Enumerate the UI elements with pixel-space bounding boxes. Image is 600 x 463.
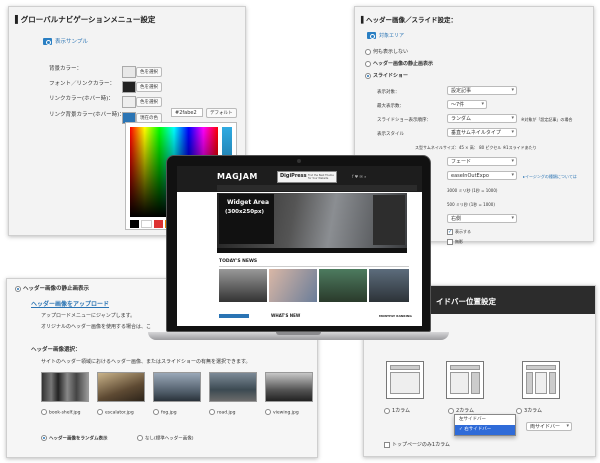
image-option-viewing[interactable]: viewing.jpg: [265, 409, 299, 416]
checkbox[interactable]: ✓: [447, 229, 453, 235]
camera-icon: [367, 32, 376, 39]
site-ad-banner[interactable]: DigiPress Find the Best Theme for Your W…: [277, 171, 337, 183]
max-count-label: 最大表示数：: [377, 104, 404, 109]
style-select[interactable]: 垂直サムネイルタイプ: [447, 128, 517, 137]
image-option-escalator[interactable]: escalator.jpg: [97, 409, 134, 416]
laptop-screen: MAGJAM DigiPress Find the Best Theme for…: [177, 166, 422, 326]
thumb-size-row: ス型サムネイルサイズ：45 × 高： 80 ピクセル ※1スライドあたり: [415, 145, 537, 150]
layout-3col-icon[interactable]: [522, 361, 560, 399]
radio-button[interactable]: [209, 409, 215, 415]
camera-icon: [43, 38, 52, 45]
one-column-option[interactable]: 1カラム: [384, 407, 410, 414]
position-select[interactable]: 右側: [447, 214, 517, 223]
random-image-option[interactable]: ヘッダー画像をランダム表示: [41, 435, 108, 442]
two-column-option[interactable]: 2カラム: [448, 407, 474, 414]
site-social-icons[interactable]: f ♥ ✉ ⌕: [352, 174, 366, 179]
radio-button-selected[interactable]: [365, 72, 371, 79]
style-label: 表示スタイル: [377, 132, 404, 137]
hover-bg-color-label: リンク背景カラー(ホバー時)：: [49, 112, 125, 118]
radio-button-selected[interactable]: [15, 285, 21, 292]
laptop-notch: [276, 332, 321, 335]
site-side-thumbnails[interactable]: [373, 195, 405, 245]
image-option-road[interactable]: road.jpg: [209, 409, 236, 416]
image-select-heading: ヘッダー画像選択：: [31, 347, 81, 353]
radio-button[interactable]: [516, 407, 522, 414]
widget-area-size: (300x250px): [225, 209, 265, 215]
max-count-select[interactable]: 〜7件: [447, 100, 487, 109]
news-thumb-3[interactable]: [319, 269, 367, 302]
dropdown-option-right[interactable]: ✓ 右サイドバー: [455, 425, 515, 435]
laptop-mockup: MAGJAM DigiPress Find the Best Theme for…: [166, 155, 431, 332]
checkbox[interactable]: [384, 441, 390, 448]
show-checkbox[interactable]: ✓ 表示する: [447, 229, 471, 235]
order-select[interactable]: ランダム: [447, 114, 517, 123]
radio-button[interactable]: [265, 409, 271, 415]
easing-select[interactable]: easeInOutExpo: [447, 171, 517, 180]
sidebar-side-dropdown[interactable]: 左サイドバー ✓ 右サイドバー: [454, 414, 516, 436]
todays-news-heading: TODAY'S NEWS: [219, 259, 258, 264]
static-header-option[interactable]: ヘッダー画像の静止画表示: [15, 284, 89, 292]
display-sample-link[interactable]: 表示サンプル: [43, 37, 88, 45]
effect-select[interactable]: フェード: [447, 157, 517, 166]
whats-new-heading: WHAT'S NEW: [271, 313, 301, 318]
dropdown-option-left[interactable]: 左サイドバー: [455, 415, 515, 425]
radio-button[interactable]: [153, 409, 159, 415]
radio-button[interactable]: [97, 409, 103, 415]
news-thumb-2[interactable]: [269, 269, 317, 302]
speed-input[interactable]: 500 ミリ秒 (1秒 = 1000): [447, 202, 495, 208]
radio-button[interactable]: [41, 409, 47, 415]
option-none[interactable]: 何も表示しない: [365, 48, 408, 55]
easing-note-link[interactable]: ▸イージングの種類については: [523, 174, 577, 180]
image-option-book-shelf[interactable]: book-shelf.jpg: [41, 409, 80, 416]
thumb-fog[interactable]: [153, 372, 201, 402]
top-page-one-column-checkbox[interactable]: トップページのみ1カラム: [384, 441, 450, 448]
radio-button[interactable]: [365, 60, 371, 67]
option-slideshow[interactable]: スライドショー: [365, 72, 408, 79]
radio-button[interactable]: [137, 435, 143, 441]
sidebar-position-title: イドバー位置設定: [436, 297, 496, 306]
hover-link-color-label: リンクカラー(ホバー時)：: [49, 96, 114, 102]
upload-desc-1: アップロードメニューにジャンプします。: [41, 313, 136, 319]
widget-area-title: Widget Area: [227, 199, 270, 206]
monthly-ranking-heading: MONTHLY RANKING: [379, 314, 412, 318]
image-option-fog[interactable]: fog.jpg: [153, 409, 177, 416]
image-select-desc: サイトのヘッダー領域におけるヘッダー画像、またはスライドショーの有無を選択できま…: [41, 359, 251, 365]
upload-header-link[interactable]: ヘッダー画像をアップロード: [31, 299, 109, 308]
font-color-label: フォント／リンクカラー：: [49, 81, 116, 87]
target-area-link[interactable]: 対象エリア: [367, 32, 404, 39]
three-column-select[interactable]: 両サイドバー: [526, 422, 572, 431]
order-label: スライドショー表示順序：: [377, 118, 431, 123]
news-thumb-4[interactable]: [369, 269, 409, 302]
global-nav-title: ▌グローバルナビゲーションメニュー設定: [15, 15, 156, 24]
thumb-book-shelf[interactable]: [41, 372, 89, 402]
order-note: ※対象が「設定記事」の場合: [521, 117, 573, 122]
radio-button[interactable]: [365, 48, 371, 55]
news-thumb-1[interactable]: [219, 269, 267, 302]
target-label: 表示対象：: [377, 90, 400, 95]
target-select[interactable]: 設定記事: [447, 86, 517, 95]
camera-dot: [297, 159, 301, 163]
thumb-escalator[interactable]: [97, 372, 145, 402]
thumb-road[interactable]: [209, 372, 257, 402]
radio-button[interactable]: [448, 407, 454, 414]
hex-input[interactable]: #2fabe2: [171, 108, 203, 117]
no-image-option[interactable]: なし(標準ヘッダー画像): [137, 435, 194, 442]
none-checkbox[interactable]: 無影: [447, 239, 463, 245]
layout-1col-icon[interactable]: [386, 361, 424, 399]
thumb-viewing[interactable]: [265, 372, 313, 402]
site-logo[interactable]: MAGJAM: [217, 172, 258, 181]
three-column-option[interactable]: 3カラム: [516, 407, 542, 414]
radio-button[interactable]: [384, 407, 390, 414]
bg-color-label: 背景カラー：: [49, 66, 83, 72]
header-slide-title: ▌ヘッダー画像／スライド設定：: [361, 16, 457, 24]
checkbox[interactable]: [447, 239, 453, 245]
option-static[interactable]: ヘッダー画像の静止画表示: [365, 60, 433, 67]
layout-2col-icon[interactable]: [446, 361, 484, 399]
upload-desc-2: オリジナルのヘッダー画像を使用する場合は、こ: [41, 324, 152, 330]
radio-button-selected[interactable]: [41, 435, 47, 441]
interval-input[interactable]: 3000 ミリ秒 (1秒 = 1000): [447, 188, 497, 194]
default-button[interactable]: デフォルト: [206, 108, 237, 118]
